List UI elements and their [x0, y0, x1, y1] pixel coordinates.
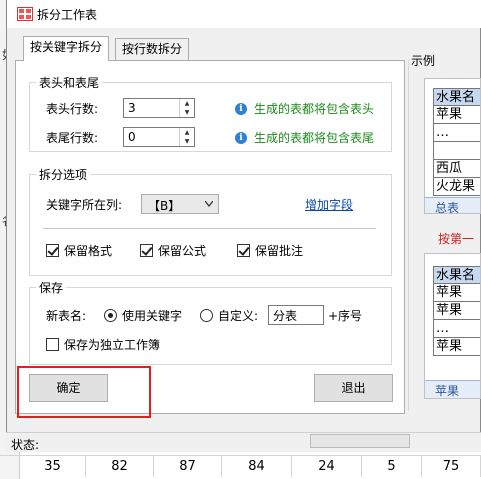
example-title: 示例 — [411, 54, 436, 68]
footer-rows-spinner[interactable]: 0 ▲ ▼ — [123, 127, 195, 147]
example-cell: 火龙果 — [433, 178, 480, 196]
split-options-group: 拆分选项 关键字所在列: 【B】 增加字段 保留格式 保留公式 保留批注 — [29, 166, 392, 276]
keep-format-label[interactable]: 保留格式 — [64, 242, 112, 259]
key-column-label: 关键字所在列: — [46, 198, 123, 212]
keep-comment-label[interactable]: 保留批注 — [255, 242, 303, 259]
key-column-value: 【B】 — [148, 199, 181, 213]
seq-suffix-label: +序号 — [328, 309, 363, 323]
header-rows-spinner[interactable]: 3 ▲ ▼ — [123, 98, 195, 118]
bg-cell: 82 — [86, 456, 154, 477]
example-sheet-tab: 苹果 — [435, 384, 460, 398]
group-title: 保存 — [36, 279, 67, 296]
tab-split-by-rows[interactable]: 按行数拆分 — [115, 38, 190, 60]
status-bar: 状态: — [6, 432, 481, 452]
spinner-arrows[interactable]: ▲ ▼ — [179, 99, 194, 117]
key-column-select[interactable]: 【B】 — [141, 194, 219, 214]
example-header-cell: 水果名 — [433, 266, 480, 284]
info-icon: i — [235, 103, 247, 115]
add-field-link[interactable]: 增加字段 — [305, 196, 353, 213]
bg-cell: 87 — [154, 456, 222, 477]
bg-cell: 5 — [362, 456, 422, 477]
group-title: 表头和表尾 — [36, 74, 103, 91]
tab-control: 按关键字拆分 按行数拆分 表头和表尾 表头行数: 3 ▲ ▼ i 生成的表都将包含… — [15, 36, 405, 414]
header-rows-label: 表头行数: — [46, 102, 99, 116]
exit-button[interactable]: 退出 — [314, 374, 393, 402]
spinner-up-icon[interactable]: ▲ — [180, 128, 194, 137]
keep-comment-checkbox[interactable] — [237, 244, 250, 257]
dialog-titlebar: 拆分工作表 — [7, 0, 481, 28]
custom-name-input[interactable] — [268, 305, 324, 325]
keep-formula-label[interactable]: 保留公式 — [158, 242, 206, 259]
custom-name-field[interactable] — [269, 306, 323, 324]
group-title: 拆分选项 — [36, 166, 91, 183]
bg-cell: 35 — [20, 456, 86, 477]
example-sheet-tab: 总表 — [435, 201, 460, 214]
progress-bar — [310, 434, 410, 448]
bg-cell: 84 — [222, 456, 292, 477]
bg-cell: 24 — [292, 456, 362, 477]
dialog-title: 拆分工作表 — [37, 8, 98, 22]
keep-formula-checkbox[interactable] — [140, 244, 153, 257]
app-icon — [17, 7, 33, 21]
keep-format-checkbox[interactable] — [46, 244, 59, 257]
spinner-down-icon[interactable]: ▼ — [180, 108, 194, 117]
custom-name-radio[interactable] — [200, 309, 213, 322]
tab-split-by-keyword[interactable]: 按关键字拆分 — [23, 36, 110, 61]
spinner-down-icon[interactable]: ▼ — [180, 137, 194, 146]
footer-rows-label: 表尾行数: — [46, 131, 99, 145]
new-sheet-name-label: 新表名: — [46, 309, 87, 323]
custom-name-label[interactable]: 自定义: — [218, 307, 258, 324]
example-cell — [433, 142, 480, 160]
header-footer-group: 表头和表尾 表头行数: 3 ▲ ▼ i 生成的表都将包含表头 表尾行数: 0 ▲ ▼… — [29, 74, 392, 152]
example-header-cell: 水果名 — [433, 88, 480, 106]
save-independent-checkbox[interactable] — [46, 338, 59, 351]
example-cell: … — [433, 320, 480, 338]
footer-rows-value: 0 — [128, 130, 136, 144]
header-rows-value: 3 — [128, 101, 136, 115]
example-apple-sheet: 水果名 苹果 苹果 … 苹果 苹果 — [424, 253, 481, 399]
chevron-down-icon — [205, 201, 213, 207]
example-cell: 苹果 — [433, 302, 480, 320]
header-note: 生成的表都将包含表头 — [254, 102, 375, 116]
bg-cell: 75 — [422, 456, 481, 477]
use-keyword-radio[interactable] — [104, 309, 117, 322]
bg-data-row: 35 82 87 84 24 5 75 — [0, 455, 481, 477]
example-border — [408, 59, 409, 411]
example-sheet-tabbar: 总表 — [425, 197, 480, 214]
example-total-sheet: 水果名 苹果 … 西瓜 火龙果 总表 — [424, 78, 481, 214]
example-cell: 苹果 — [433, 338, 480, 356]
status-label: 状态: — [11, 438, 40, 452]
divider — [43, 228, 376, 229]
example-sheet-tabbar: 苹果 — [425, 380, 480, 398]
save-group: 保存 新表名: 使用关键字 自定义: +序号 保存为独立工作簿 — [29, 279, 392, 365]
tab-panel-keyword: 表头和表尾 表头行数: 3 ▲ ▼ i 生成的表都将包含表头 表尾行数: 0 ▲ ▼… — [15, 60, 405, 414]
save-independent-label[interactable]: 保存为独立工作簿 — [64, 336, 160, 353]
example-cell: … — [433, 124, 480, 142]
example-cell: 西瓜 — [433, 160, 480, 178]
spinner-arrows[interactable]: ▲ ▼ — [179, 128, 194, 146]
highlight-frame — [17, 366, 151, 418]
example-caption: 按第一 — [438, 232, 475, 246]
use-keyword-label[interactable]: 使用关键字 — [122, 307, 182, 324]
footer-note: 生成的表都将包含表尾 — [254, 131, 375, 145]
spinner-up-icon[interactable]: ▲ — [180, 99, 194, 108]
example-cell: 苹果 — [433, 106, 480, 124]
info-icon: i — [235, 132, 247, 144]
example-cell: 苹果 — [433, 284, 480, 302]
